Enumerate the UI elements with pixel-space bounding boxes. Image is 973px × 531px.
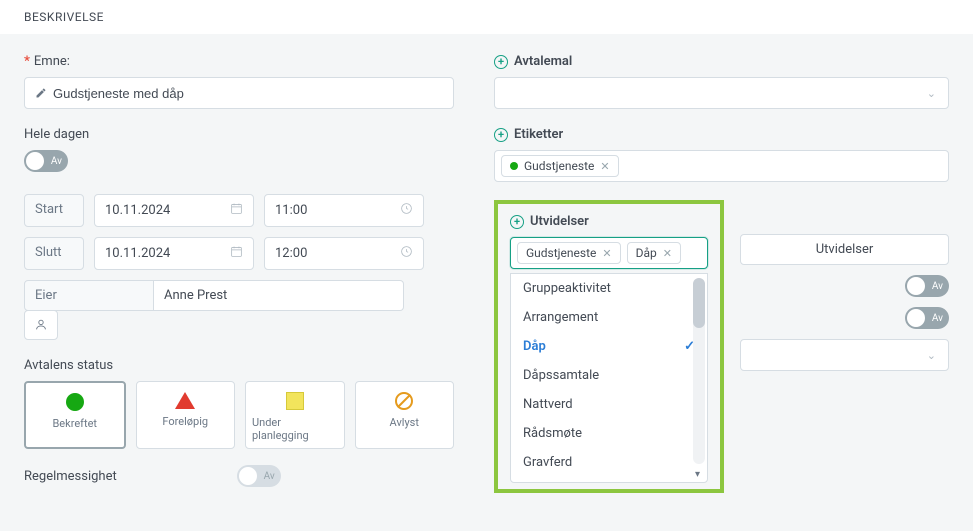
cancel-icon — [395, 392, 413, 410]
page-title: BESKRIVELSE — [24, 10, 104, 24]
plus-circle-icon[interactable] — [510, 215, 524, 229]
status-label: Avtalens status — [24, 358, 454, 373]
calendar-icon — [230, 202, 243, 219]
calendar-icon — [230, 245, 243, 262]
etikett-tag[interactable]: Gudstjeneste ✕ — [501, 155, 619, 177]
emne-input[interactable] — [53, 86, 443, 101]
person-picker-button[interactable] — [24, 310, 58, 340]
dropdown-option[interactable]: Arrangement — [511, 303, 707, 332]
page-header: BESKRIVELSE — [0, 0, 973, 34]
dropdown-option[interactable]: Gruppeaktivitet — [511, 274, 707, 303]
status-forelopig[interactable]: Foreløpig — [136, 381, 236, 449]
circle-icon — [66, 393, 84, 411]
clock-icon — [400, 245, 413, 262]
emne-label: Emne: — [24, 54, 454, 69]
hele-dagen-label: Hele dagen — [24, 127, 454, 142]
utvidelser-button[interactable]: Utvidelser — [740, 234, 949, 265]
utvidelser-select[interactable]: Gudstjeneste ✕ Dåp ✕ — [510, 237, 708, 269]
regelmessighet-toggle[interactable]: Av — [237, 465, 281, 487]
eier-name: Anne Prest — [154, 280, 404, 311]
pencil-icon — [35, 87, 47, 99]
start-label: Start — [24, 194, 84, 227]
etiketter-label: Etiketter — [494, 127, 949, 142]
regelmessighet-label: Regelmessighet — [24, 469, 117, 484]
utvidelser-label: Utvidelser — [510, 214, 708, 229]
start-time-input[interactable]: 11:00 — [264, 194, 424, 227]
utvidelser-tag[interactable]: Dåp ✕ — [627, 242, 681, 264]
arrow-down-icon[interactable]: ▾ — [695, 469, 700, 480]
status-avlyst[interactable]: Avlyst — [355, 381, 455, 449]
avtalemal-select[interactable]: ⌄ — [494, 77, 949, 109]
plus-circle-icon[interactable] — [494, 55, 508, 69]
utvidelser-tag[interactable]: Gudstjeneste ✕ — [517, 242, 621, 264]
plus-circle-icon[interactable] — [494, 128, 508, 142]
avtalemal-label: Avtalemal — [494, 54, 949, 69]
status-bekreftet[interactable]: Bekreftet — [24, 381, 126, 449]
right-extra-select[interactable]: ⌄ — [740, 339, 949, 371]
chevron-down-icon: ⌄ — [927, 87, 936, 100]
dropdown-option[interactable]: Nattverd — [511, 390, 707, 419]
right-toggle-2[interactable]: Av — [905, 307, 949, 329]
etiketter-tagbox[interactable]: Gudstjeneste ✕ — [494, 150, 949, 182]
close-icon[interactable]: ✕ — [602, 247, 611, 260]
start-date-input[interactable]: 10.11.2024 — [94, 194, 254, 227]
triangle-icon — [175, 392, 195, 409]
dot-icon — [510, 162, 518, 170]
eier-label: Eier — [24, 280, 154, 311]
scrollbar-thumb[interactable] — [693, 278, 705, 328]
scrollbar[interactable]: ▴ ▾ — [693, 278, 705, 464]
dropdown-option[interactable]: Dåpssamtale — [511, 361, 707, 390]
clock-icon — [400, 202, 413, 219]
chevron-down-icon: ⌄ — [927, 349, 936, 362]
slutt-time-input[interactable]: 12:00 — [264, 237, 424, 270]
dropdown-option[interactable]: Gravferd — [511, 448, 707, 477]
status-under-planlegging[interactable]: Under planlegging — [245, 381, 345, 449]
close-icon[interactable]: ✕ — [663, 247, 672, 260]
utvidelser-dropdown[interactable]: Gruppeaktivitet Arrangement Dåp✓ Dåpssam… — [510, 273, 708, 483]
close-icon[interactable]: ✕ — [600, 160, 609, 173]
dropdown-option[interactable]: Vielse⌄ — [511, 477, 707, 482]
hele-dagen-toggle[interactable]: Av — [24, 150, 68, 172]
square-icon — [286, 392, 304, 410]
utvidelser-highlight: Utvidelser Gudstjeneste ✕ Dåp ✕ Gruppeak… — [494, 200, 724, 493]
slutt-date-input[interactable]: 10.11.2024 — [94, 237, 254, 270]
slutt-label: Slutt — [24, 237, 84, 270]
emne-input-wrap[interactable] — [24, 77, 454, 109]
dropdown-option[interactable]: Rådsmøte — [511, 419, 707, 448]
dropdown-option[interactable]: Dåp✓ — [511, 332, 707, 361]
right-toggle-1[interactable]: Av — [905, 275, 949, 297]
